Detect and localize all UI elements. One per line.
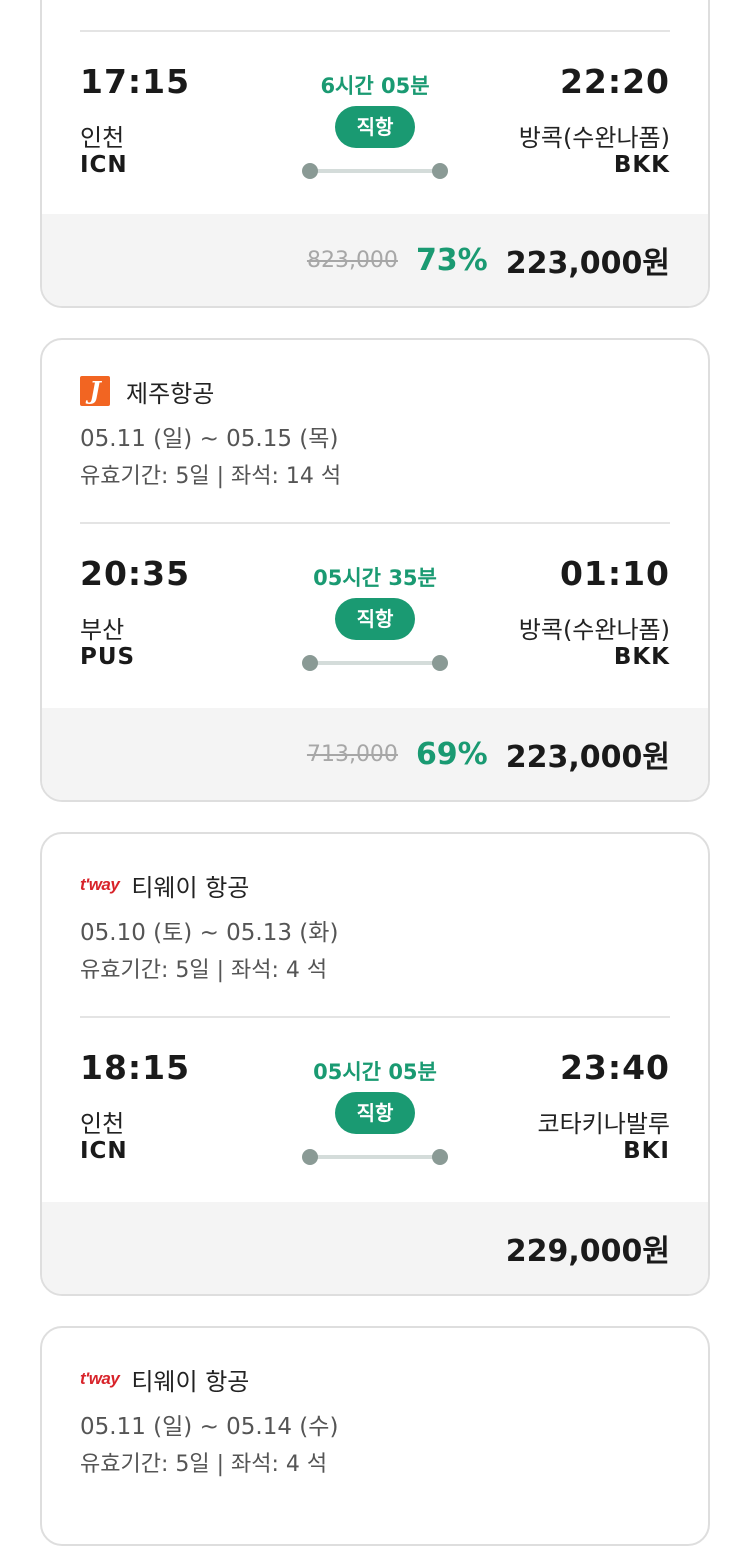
airline-name: 티웨이 항공 (131, 873, 250, 902)
departure-time: 17:15 (80, 62, 191, 101)
flight-duration: 05시간 05분 (313, 1060, 437, 1084)
departure-code: PUS (80, 644, 136, 670)
discount-rate: 69% (415, 736, 488, 772)
route-line-icon (302, 163, 448, 179)
arrival-time: 23:40 (559, 1048, 670, 1087)
travel-dates: 05.11 (일) ~ 05.15 (목) (80, 426, 339, 452)
departure-city: 부산 (80, 616, 125, 644)
arrival-code: BKK (613, 152, 670, 178)
travel-dates: 05.10 (토) ~ 05.13 (화) (80, 920, 339, 946)
price-bar: 229,000원 (42, 1202, 708, 1294)
departure-time: 18:15 (80, 1048, 191, 1087)
route-line-icon (302, 655, 448, 671)
route-line-icon (302, 1149, 448, 1165)
final-price: 223,000원 (505, 246, 670, 281)
flight-card-3[interactable]: t'way 티웨이 항공 05.10 (토) ~ 05.13 (화) 유효기간:… (40, 832, 710, 1296)
original-price: 713,000 (306, 741, 398, 767)
flight-card-4[interactable]: t'way 티웨이 항공 05.11 (일) ~ 05.14 (수) 유효기간:… (40, 1326, 710, 1546)
price-bar: 823,000 73% 223,000원 (42, 214, 708, 306)
arrival-code: BKI (623, 1138, 670, 1164)
flight-info: 17:15 6시간 05분 22:20 인천 직항 방콕(수완나폼) ICN B… (80, 32, 670, 182)
departure-code: ICN (80, 1138, 128, 1164)
price-bar: 713,000 69% 223,000원 (42, 708, 708, 800)
flight-duration: 05시간 35분 (313, 566, 437, 590)
departure-city: 인천 (80, 1110, 125, 1138)
jeju-air-logo-icon: J (80, 376, 110, 406)
tway-logo-icon: t'way (80, 1369, 120, 1388)
discount-rate: 73% (415, 242, 488, 278)
airline-row: J 제주항공 (80, 376, 670, 408)
airline-name: 제주항공 (126, 379, 215, 408)
flight-info: 20:35 05시간 35분 01:10 부산 직항 방콕(수완나폼) PUS … (80, 524, 670, 674)
original-price: 823,000 (306, 247, 398, 273)
flight-duration: 6시간 05분 (320, 74, 430, 98)
direct-flight-badge: 직항 (335, 1092, 415, 1134)
arrival-city: 방콕(수완나폼) (518, 124, 670, 152)
arrival-city: 코타키나발루 (537, 1110, 670, 1138)
tway-logo-icon: t'way (80, 875, 120, 894)
flight-card-2[interactable]: J 제주항공 05.11 (일) ~ 05.15 (목) 유효기간: 5일 | … (40, 338, 710, 802)
final-price: 229,000원 (505, 1234, 670, 1269)
flight-info: 18:15 05시간 05분 23:40 인천 직항 코타키나발루 ICN BK… (80, 1018, 670, 1168)
arrival-code: BKK (613, 644, 670, 670)
airline-row: t'way 티웨이 항공 (80, 1364, 670, 1396)
arrival-city: 방콕(수완나폼) (518, 616, 670, 644)
departure-time: 20:35 (80, 554, 191, 593)
flight-card-1[interactable]: 17:15 6시간 05분 22:20 인천 직항 방콕(수완나폼) ICN B… (40, 0, 710, 308)
departure-city: 인천 (80, 124, 125, 152)
final-price: 223,000원 (505, 740, 670, 775)
arrival-time: 22:20 (559, 62, 670, 101)
arrival-time: 01:10 (559, 554, 670, 593)
airline-name: 티웨이 항공 (131, 1367, 250, 1396)
validity-seats: 유효기간: 5일 | 좌석: 4 석 (80, 958, 328, 983)
validity-seats: 유효기간: 5일 | 좌석: 4 석 (80, 1452, 328, 1477)
travel-dates: 05.11 (일) ~ 05.14 (수) (80, 1414, 339, 1440)
direct-flight-badge: 직항 (335, 106, 415, 148)
direct-flight-badge: 직항 (335, 598, 415, 640)
validity-seats: 유효기간: 5일 | 좌석: 14 석 (80, 464, 342, 489)
airline-row: t'way 티웨이 항공 (80, 870, 670, 902)
departure-code: ICN (80, 152, 128, 178)
